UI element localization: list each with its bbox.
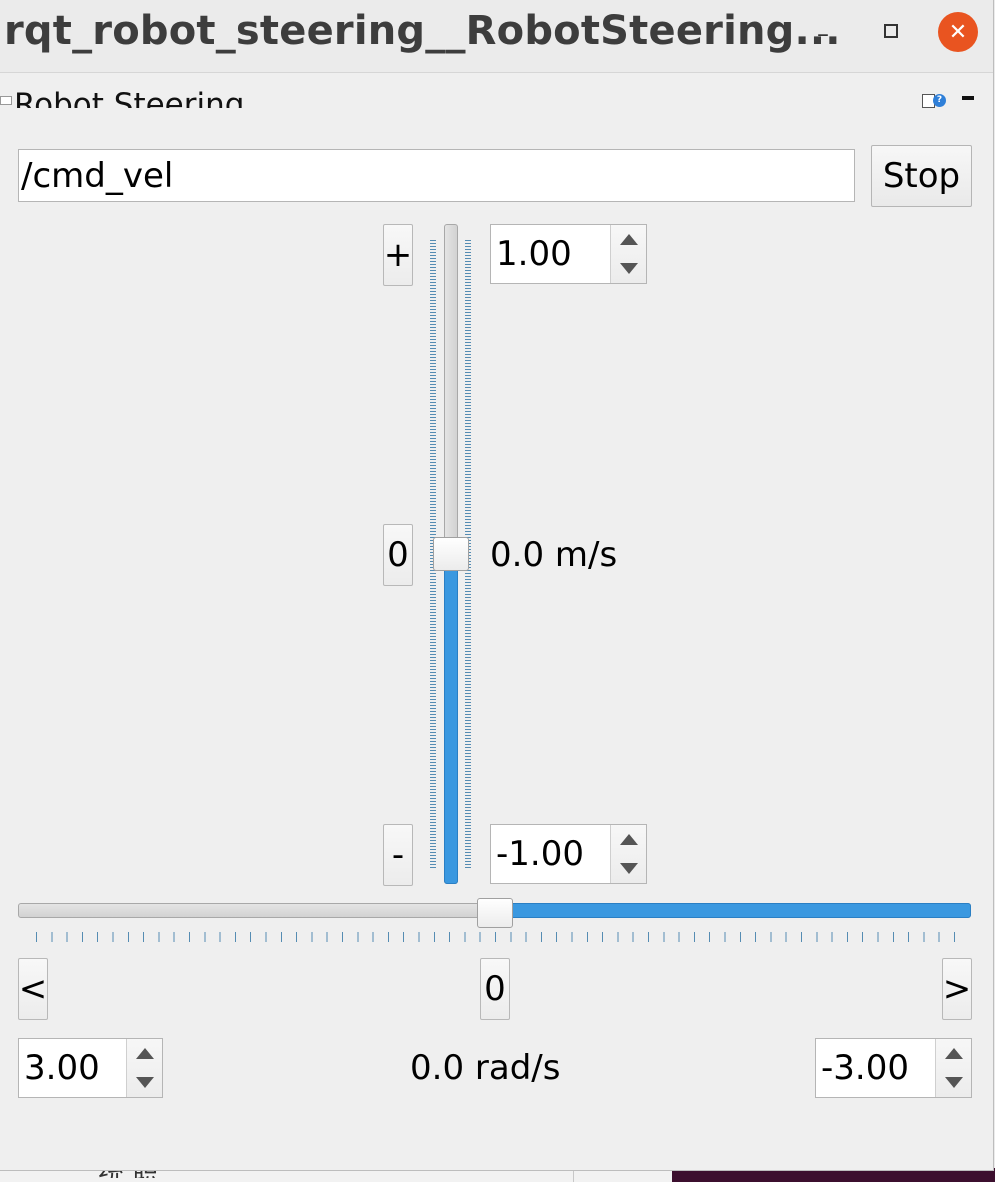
minimize-icon: –: [817, 20, 829, 48]
maximize-icon: [884, 24, 898, 38]
triangle-down-icon: [135, 1077, 154, 1088]
increase-linear-button[interactable]: +: [383, 224, 413, 286]
linear-min-down-button[interactable]: [611, 854, 646, 883]
triangle-down-icon: [619, 263, 638, 274]
angular-max-spinbox[interactable]: 3.00: [18, 1038, 163, 1098]
minimize-button[interactable]: –: [808, 16, 838, 52]
dock-close-icon[interactable]: [962, 96, 974, 100]
linear-max-arrows: [610, 225, 646, 283]
dock-title: Robot Steering: [14, 88, 245, 108]
linear-max-up-button[interactable]: [611, 225, 646, 254]
angular-max-down-button[interactable]: [127, 1068, 162, 1097]
zero-angular-button[interactable]: 0: [480, 958, 510, 1020]
help-icon: ?: [933, 94, 946, 107]
rqt-window: rqt_robot_steering__RobotSteering... – ✕…: [0, 0, 994, 1171]
angular-min-up-button[interactable]: [936, 1039, 971, 1068]
dock-widget-title-bar[interactable]: Robot Steering ?: [0, 88, 993, 108]
triangle-down-icon: [619, 863, 638, 874]
linear-slider-handle[interactable]: [433, 537, 469, 571]
linear-max-down-button[interactable]: [611, 254, 646, 283]
angular-max-value: 3.00: [24, 1048, 100, 1088]
angular-max-up-button[interactable]: [127, 1039, 162, 1068]
plugin-icon: [0, 96, 12, 105]
linear-max-value: 1.00: [496, 234, 572, 274]
help-button[interactable]: ?: [922, 94, 946, 108]
stop-button[interactable]: Stop: [871, 145, 972, 207]
linear-min-arrows: [610, 825, 646, 883]
zero-linear-button[interactable]: 0: [383, 524, 413, 586]
triangle-up-icon: [619, 834, 638, 845]
linear-min-spinbox[interactable]: -1.00: [490, 824, 647, 884]
turn-left-button[interactable]: <: [18, 958, 48, 1020]
title-bar[interactable]: rqt_robot_steering__RobotSteering... – ✕: [0, 0, 993, 73]
angular-slider-handle[interactable]: [476, 898, 513, 928]
angular-min-value: -3.00: [821, 1048, 909, 1088]
linear-velocity-readout: 0.0 m/s: [490, 535, 618, 575]
linear-slider-fill: [444, 554, 458, 884]
triangle-up-icon: [135, 1048, 154, 1059]
close-button[interactable]: ✕: [938, 12, 978, 52]
turn-right-button[interactable]: >: [942, 958, 972, 1020]
angular-min-spinbox[interactable]: -3.00: [815, 1038, 972, 1098]
angular-slider-ticks: [36, 932, 958, 942]
triangle-up-icon: [944, 1048, 963, 1059]
linear-max-spinbox[interactable]: 1.00: [490, 224, 647, 284]
linear-min-value: -1.00: [496, 834, 584, 874]
triangle-down-icon: [944, 1077, 963, 1088]
triangle-up-icon: [619, 234, 638, 245]
angular-min-down-button[interactable]: [936, 1068, 971, 1097]
topic-input[interactable]: [18, 149, 855, 202]
angular-velocity-readout: 0.0 rad/s: [410, 1048, 561, 1088]
close-icon: ✕: [948, 19, 968, 45]
window-title: rqt_robot_steering__RobotSteering...: [4, 8, 841, 54]
angular-min-arrows: [935, 1039, 971, 1097]
maximize-button[interactable]: [876, 16, 906, 46]
angular-slider-fill: [494, 903, 971, 918]
decrease-linear-button[interactable]: -: [383, 824, 413, 886]
linear-min-up-button[interactable]: [611, 825, 646, 854]
angular-max-arrows: [126, 1039, 162, 1097]
